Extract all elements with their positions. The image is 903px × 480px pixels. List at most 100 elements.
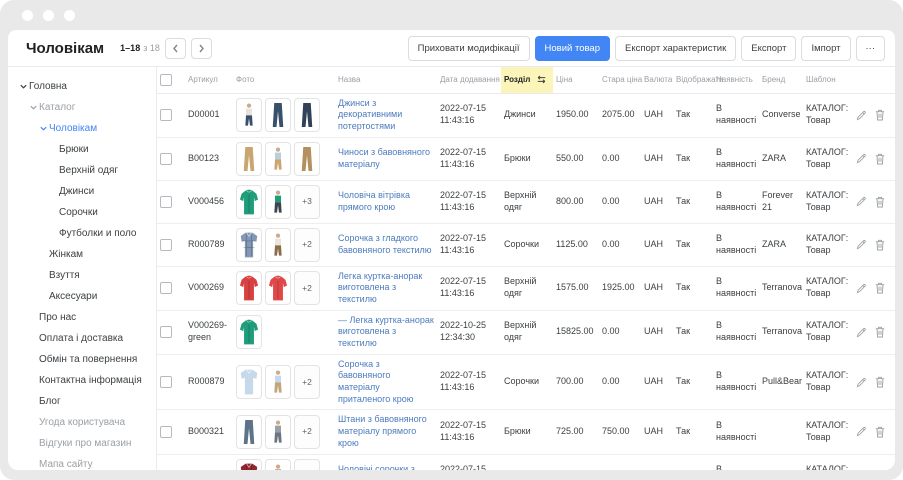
row-checkbox[interactable]: [160, 326, 172, 338]
sidebar-item-обмін-та-повернення[interactable]: Обмін та повернення: [8, 349, 156, 370]
sidebar-item-угода-користувача[interactable]: Угода користувача: [8, 412, 156, 433]
column-header-old_price[interactable]: Стара ціна: [599, 67, 641, 93]
sidebar-item-аксесуари[interactable]: Аксесуари: [8, 286, 156, 307]
column-header-display[interactable]: Відображати: [673, 67, 713, 93]
product-photo[interactable]: [236, 365, 262, 399]
pagination-prev-button[interactable]: [165, 38, 186, 59]
window-control-dot[interactable]: [43, 10, 54, 21]
sidebar-item-каталог[interactable]: Каталог: [8, 97, 156, 118]
edit-button[interactable]: [856, 110, 867, 121]
more-photos-badge[interactable]: +2: [294, 228, 320, 262]
sidebar-item-брюки[interactable]: Брюки: [8, 139, 156, 160]
edit-button[interactable]: [856, 283, 867, 294]
delete-button[interactable]: [875, 153, 885, 165]
import-button[interactable]: Імпорт: [801, 36, 850, 61]
row-checkbox[interactable]: [160, 470, 172, 471]
more-photos-badge[interactable]: +2: [294, 415, 320, 449]
more-actions-button[interactable]: ···: [856, 36, 886, 61]
delete-button[interactable]: [875, 326, 885, 338]
row-checkbox[interactable]: [160, 376, 172, 388]
column-header-currency[interactable]: Валюта: [641, 67, 673, 93]
sidebar-item-про-нас[interactable]: Про нас: [8, 307, 156, 328]
column-header-sku[interactable]: Артикул: [185, 67, 233, 93]
window-control-dot[interactable]: [22, 10, 33, 21]
product-photo[interactable]: [294, 142, 320, 176]
sidebar-item-взуття[interactable]: Взуття: [8, 265, 156, 286]
product-photo[interactable]: [265, 185, 291, 219]
column-header-name[interactable]: Назва: [335, 67, 437, 93]
delete-button[interactable]: [875, 109, 885, 121]
sidebar-item-оплата-і-доставка[interactable]: Оплата і доставка: [8, 328, 156, 349]
product-photo[interactable]: [236, 459, 262, 471]
row-checkbox[interactable]: [160, 153, 172, 165]
pagination-next-button[interactable]: [191, 38, 212, 59]
window-control-dot[interactable]: [64, 10, 75, 21]
export-attributes-button[interactable]: Експорт характеристик: [615, 36, 736, 61]
export-button[interactable]: Експорт: [741, 36, 796, 61]
sidebar-item-контактна-інформація[interactable]: Контактна інформація: [8, 370, 156, 391]
product-photo[interactable]: [265, 98, 291, 132]
product-photo[interactable]: [265, 271, 291, 305]
column-header-brand[interactable]: Бренд: [759, 67, 803, 93]
product-name-link[interactable]: Чоловіча вітрівка прямого крою: [338, 190, 410, 212]
column-header-date[interactable]: Дата додавання: [437, 67, 501, 93]
product-name-link[interactable]: Чоловічі сорочки з легкого текстилю: [338, 464, 415, 470]
row-checkbox[interactable]: [160, 282, 172, 294]
select-all-checkbox[interactable]: [160, 74, 172, 86]
edit-button[interactable]: [856, 196, 867, 207]
product-photo[interactable]: [236, 142, 262, 176]
product-photo[interactable]: [265, 228, 291, 262]
sidebar-item-головна[interactable]: Головна: [8, 76, 156, 97]
product-name-link[interactable]: Джинси з декоративними потертостями: [338, 98, 402, 131]
product-photo[interactable]: [236, 271, 262, 305]
sidebar-item-футболки-и-поло[interactable]: Футболки и поло: [8, 223, 156, 244]
row-checkbox[interactable]: [160, 109, 172, 121]
product-name-link[interactable]: Штани з бавовняного матеріалу прямого кр…: [338, 414, 427, 447]
product-photo[interactable]: [236, 315, 262, 349]
sidebar-item-чоловікам[interactable]: Чоловікам: [8, 118, 156, 139]
edit-button[interactable]: [856, 426, 867, 437]
product-photo[interactable]: [236, 185, 262, 219]
sidebar-item-блог[interactable]: Блог: [8, 391, 156, 412]
edit-button[interactable]: [856, 377, 867, 388]
product-photo[interactable]: [294, 98, 320, 132]
edit-button[interactable]: [856, 327, 867, 338]
row-checkbox[interactable]: [160, 196, 172, 208]
sidebar-item-сорочки[interactable]: Сорочки: [8, 202, 156, 223]
column-header-section[interactable]: Розділ: [501, 67, 553, 93]
product-name-link[interactable]: Чиноси з бавовняного матеріалу: [338, 147, 430, 169]
more-photos-badge[interactable]: +2: [294, 271, 320, 305]
column-header-stock[interactable]: Наявність: [713, 67, 759, 93]
sidebar-item-верхній-одяг[interactable]: Верхній одяг: [8, 160, 156, 181]
product-name-link[interactable]: — Легка куртка-анорак виготовлена з текс…: [338, 315, 434, 348]
sidebar-item-жінкам[interactable]: Жінкам: [8, 244, 156, 265]
new-product-button[interactable]: Новий товар: [535, 36, 610, 61]
product-name-link[interactable]: Легка куртка-анорак виготовлена з тексти…: [338, 271, 422, 304]
product-name-link[interactable]: Сорочка з бавовняного матеріалу притален…: [338, 359, 413, 404]
row-checkbox[interactable]: [160, 426, 172, 438]
product-photo[interactable]: [236, 415, 262, 449]
edit-button[interactable]: [856, 153, 867, 164]
sidebar-item-відгуки-про-магазин[interactable]: Відгуки про магазин: [8, 433, 156, 454]
delete-button[interactable]: [875, 239, 885, 251]
product-photo[interactable]: [265, 365, 291, 399]
more-photos-badge[interactable]: +3: [294, 185, 320, 219]
delete-button[interactable]: [875, 426, 885, 438]
row-checkbox[interactable]: [160, 239, 172, 251]
delete-button[interactable]: [875, 196, 885, 208]
product-photo[interactable]: [265, 142, 291, 176]
column-header-template[interactable]: Шаблон: [803, 67, 853, 93]
product-photo[interactable]: [265, 415, 291, 449]
hide-modifications-button[interactable]: Приховати модифікації: [408, 36, 530, 61]
product-name-link[interactable]: Сорочка з гладкого бавовняного текстилю: [338, 233, 432, 255]
product-photo[interactable]: [236, 228, 262, 262]
product-photo[interactable]: [236, 98, 262, 132]
sidebar-item-мапа-сайту[interactable]: Мапа сайту: [8, 454, 156, 470]
delete-button[interactable]: [875, 282, 885, 294]
more-photos-badge[interactable]: +2: [294, 365, 320, 399]
delete-button[interactable]: [875, 470, 885, 471]
delete-button[interactable]: [875, 376, 885, 388]
sidebar-item-джинси[interactable]: Джинси: [8, 181, 156, 202]
product-photo[interactable]: [265, 459, 291, 471]
edit-button[interactable]: [856, 239, 867, 250]
